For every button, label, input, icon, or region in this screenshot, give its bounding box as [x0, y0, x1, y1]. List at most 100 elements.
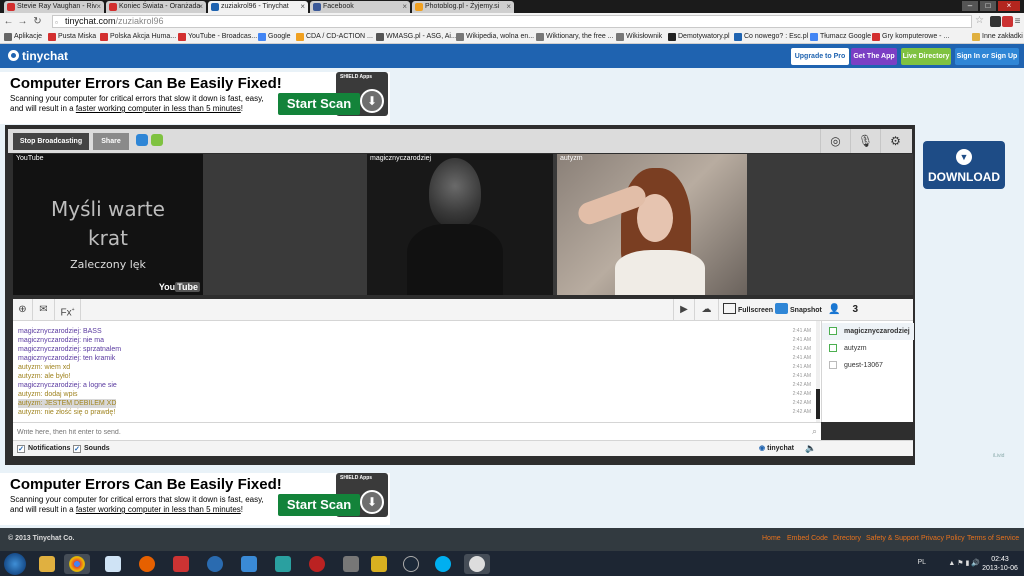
android-app-icon[interactable] — [151, 134, 163, 146]
maximize-icon[interactable]: □ — [980, 1, 996, 11]
menu-icon[interactable]: ≡ — [1012, 16, 1023, 27]
youtube-button-icon[interactable]: ▶ — [673, 299, 695, 321]
language-indicator[interactable]: PL — [917, 559, 926, 566]
volume-icon[interactable]: 🔈 — [805, 443, 816, 454]
search-icon[interactable]: ⌕ — [812, 426, 817, 437]
taskbar-explorer[interactable] — [34, 554, 60, 574]
fullscreen-button[interactable]: Fullscreen — [723, 303, 773, 318]
footer-link-embed-code[interactable]: Embed Code — [787, 535, 828, 542]
footer-link-home[interactable]: Home — [762, 535, 781, 542]
close-icon[interactable]: × — [96, 1, 101, 13]
minimize-icon[interactable]: – — [962, 1, 978, 11]
ad-banner-top[interactable]: Computer Errors Can Be Easily Fixed! Sca… — [0, 72, 390, 124]
forward-icon[interactable]: → — [17, 16, 28, 27]
cam-magicznyczarodziej[interactable]: magicznyczarodziej — [367, 154, 553, 295]
ios-app-icon[interactable] — [136, 134, 148, 146]
message-scrollbar-thumb[interactable] — [816, 389, 820, 419]
extension-icon[interactable] — [990, 16, 1001, 27]
taskbar-app[interactable] — [464, 554, 490, 574]
bookmark-item[interactable]: Wiktionary, the free ... — [536, 31, 614, 43]
gear-icon[interactable]: ⚙ — [880, 129, 910, 153]
bookmark-star-icon[interactable]: ☆ — [975, 15, 984, 26]
live-directory-button[interactable]: Live Directory — [901, 48, 951, 65]
cam-youtube[interactable]: YouTube Myśli warte krat Zaleczony lęk Y… — [13, 154, 203, 295]
bookmark-item[interactable]: Gry komputerowe - ... — [872, 31, 949, 43]
notifications-checkbox[interactable]: ✓ Notifications — [17, 444, 70, 454]
ad-banner-bottom[interactable]: Computer Errors Can Be Easily Fixed! Sca… — [0, 473, 390, 525]
taskbar-app[interactable] — [366, 554, 392, 574]
tinychat-logo[interactable]: tinychat — [8, 49, 68, 63]
ad-link[interactable]: faster working computer in less than 5 m… — [76, 104, 241, 113]
taskbar-app[interactable] — [168, 554, 194, 574]
get-the-app-button[interactable]: Get The App — [851, 48, 897, 65]
taskbar-skype[interactable] — [430, 554, 456, 574]
fx-button[interactable]: Fx+ — [55, 299, 81, 321]
message-list[interactable]: magicznyczarodziej: BASS 2:41 AM magiczn… — [13, 321, 821, 422]
footer-link-safety[interactable]: Safety & Support — [866, 535, 919, 542]
upgrade-to-pro-button[interactable]: Upgrade to Pro — [791, 48, 849, 65]
private-message-icon[interactable]: ✉ — [33, 299, 55, 321]
reload-icon[interactable]: ↻ — [32, 16, 43, 27]
user-list-item[interactable]: magicznyczarodziej — [822, 323, 914, 340]
bookmark-item[interactable]: Polska Akcja Huma... — [100, 31, 176, 43]
bookmark-item[interactable]: Demotywatory.pl — [668, 31, 730, 43]
bookmark-item[interactable]: WMASG.pl - ASG, Ai... — [376, 31, 457, 43]
taskbar-notepad[interactable] — [100, 554, 126, 574]
camera-settings-icon[interactable]: ◎ — [820, 129, 850, 153]
taskbar-app[interactable] — [338, 554, 364, 574]
taskbar-app[interactable] — [202, 554, 228, 574]
sign-in-button[interactable]: Sign In or Sign Up — [955, 48, 1019, 65]
bookmark-item[interactable]: Pusta Miska — [48, 31, 96, 43]
window-close-icon[interactable]: × — [998, 1, 1020, 11]
snapshot-button[interactable]: Snapshot — [775, 303, 822, 318]
close-icon[interactable]: × — [506, 1, 511, 13]
ad-link[interactable]: faster working computer in less than 5 m… — [76, 505, 241, 514]
bookmark-item[interactable]: Wikisłownik — [616, 31, 662, 43]
taskbar-steam[interactable] — [398, 554, 424, 574]
url-field[interactable]: ▫ tinychat.com/zuziakrol96 — [52, 15, 972, 28]
back-icon[interactable]: ← — [3, 16, 14, 27]
user-list-item[interactable]: autyzm — [822, 340, 914, 357]
share-button[interactable]: Share — [93, 133, 129, 150]
footer-link-privacy[interactable]: Privacy Policy — [921, 535, 965, 542]
start-button[interactable] — [4, 553, 26, 575]
browser-tab-3[interactable]: zuziakrol96 - Tinychat × — [208, 1, 308, 13]
taskbar-firefox[interactable] — [134, 554, 160, 574]
bookmark-item[interactable]: Aplikacje — [4, 31, 42, 43]
start-scan-button[interactable]: Start Scan — [278, 494, 360, 516]
browser-tab-5[interactable]: Photoblog.pl - Żyjemy.si × — [412, 1, 514, 13]
soundcloud-icon[interactable]: ☁ — [695, 299, 719, 321]
chat-message-input[interactable] — [17, 425, 797, 439]
footer-link-terms[interactable]: Terms of Service — [967, 535, 1019, 542]
bookmark-item[interactable]: Google — [258, 31, 291, 43]
browser-tab-2[interactable]: Koniec Świata - Oranżada × — [106, 1, 206, 13]
system-clock[interactable]: 02:43 2013-10-06 — [980, 555, 1020, 573]
zoom-icon[interactable]: ⊕ — [13, 299, 33, 321]
taskbar-app[interactable] — [304, 554, 330, 574]
close-icon[interactable]: × — [198, 1, 203, 13]
microphone-icon[interactable]: 🎙 — [850, 129, 880, 153]
taskbar-app[interactable] — [270, 554, 296, 574]
other-bookmarks[interactable]: Inne zakładki — [972, 31, 1023, 43]
download-button[interactable]: ▼ DOWNLOAD — [923, 141, 1005, 189]
bookmark-item[interactable]: Wikipedia, wolna en... — [456, 31, 534, 43]
tinychat-brand[interactable]: ◉ tinychat — [759, 444, 794, 454]
bookmark-item[interactable]: Tłumacz Google — [810, 31, 871, 43]
user-list-item[interactable]: guest-13067 — [822, 357, 914, 374]
footer-link-directory[interactable]: Directory — [833, 535, 861, 542]
close-icon[interactable]: × — [300, 1, 305, 13]
close-icon[interactable]: × — [402, 1, 407, 13]
tray-icons[interactable]: ▲ ⚑ ▮ 🔊 — [948, 559, 980, 567]
taskbar-chrome[interactable] — [64, 554, 90, 574]
browser-tab-4[interactable]: Facebook × — [310, 1, 410, 13]
stop-broadcasting-button[interactable]: Stop Broadcasting — [13, 133, 89, 150]
cam-autyzm[interactable]: autyzm — [557, 154, 747, 295]
url-host: tinychat.com — [65, 16, 116, 26]
bookmark-item[interactable]: CDA / CD-ACTION ... — [296, 31, 373, 43]
sounds-checkbox[interactable]: ✓ Sounds — [73, 444, 110, 454]
bookmark-item[interactable]: YouTube - Broadcas... — [178, 31, 257, 43]
taskbar-app[interactable] — [236, 554, 262, 574]
browser-tab-1[interactable]: Stevie Ray Vaughan - Riv × — [4, 1, 104, 13]
start-scan-button[interactable]: Start Scan — [278, 93, 360, 115]
bookmark-item[interactable]: Co nowego? : Esc.pl — [734, 31, 808, 43]
